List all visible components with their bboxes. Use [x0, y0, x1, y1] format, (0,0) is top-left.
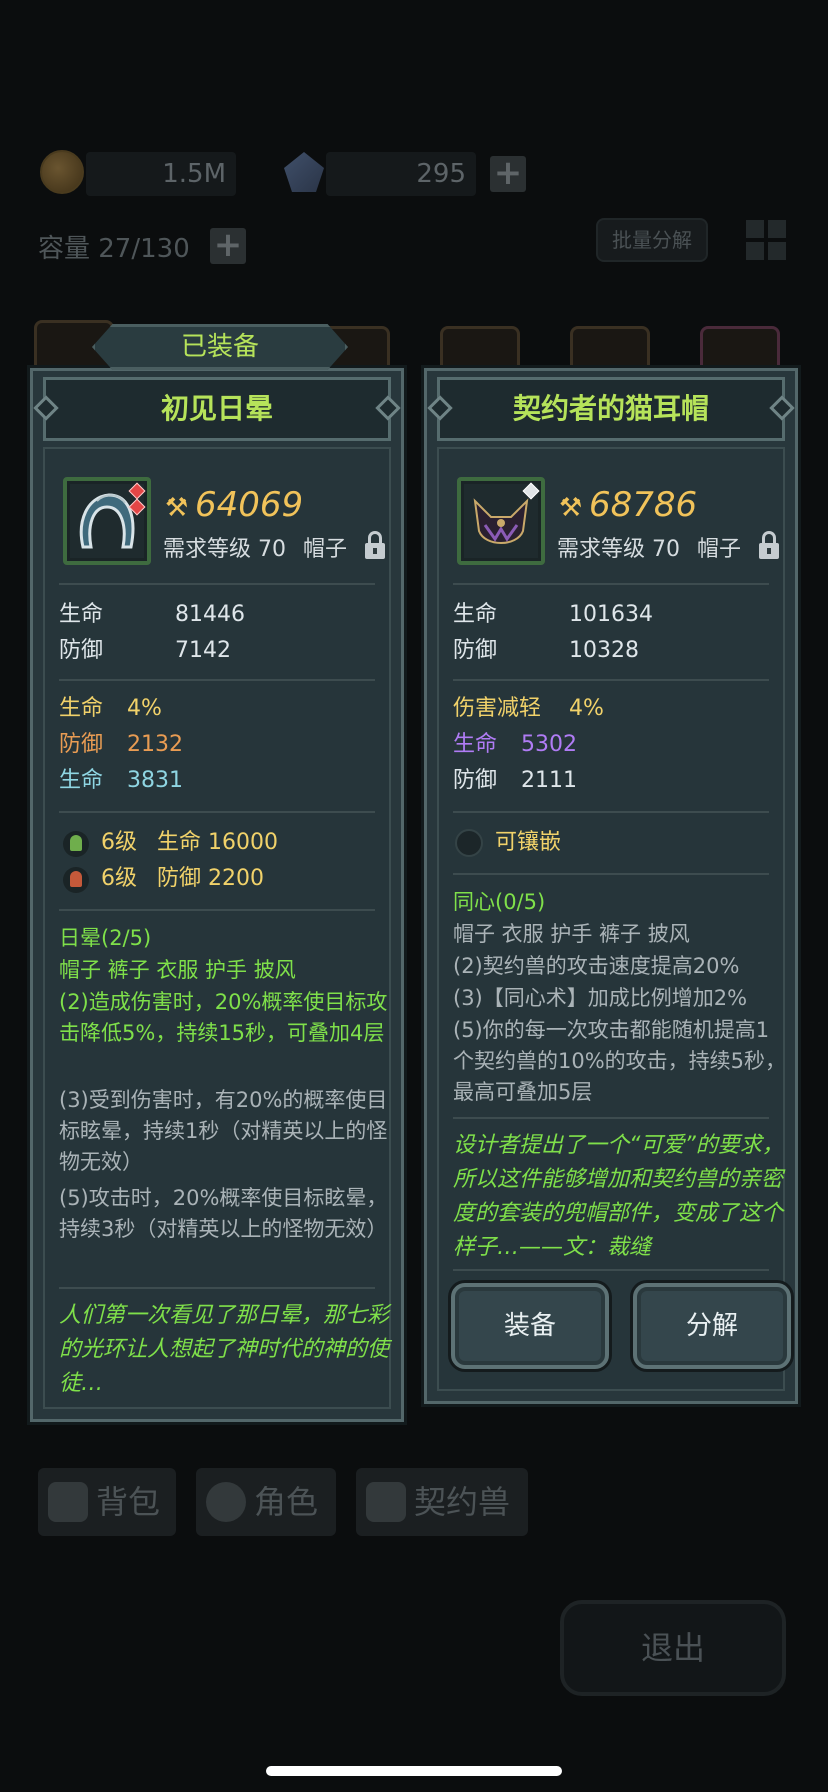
set-name: 同心(0/5): [453, 890, 546, 914]
decompose-button[interactable]: 分解: [633, 1283, 791, 1369]
equipped-item-panel: 初见日晕 ⚒ 64069 需求等级 70 帽子 生命 81446 防御 7142 生…: [30, 368, 404, 1422]
equipped-banner: 已装备: [92, 324, 348, 370]
grid-view-icon[interactable]: [746, 220, 786, 260]
compare-item-panel: 契约者的猫耳帽 ⚒ 68786 需求等级 70 帽子 生命 101634 防御 10…: [424, 368, 798, 1404]
divider: [453, 811, 769, 813]
set-pieces: 帽子 裤子 衣服 护手 披风: [59, 958, 296, 982]
set-name: 日晕(2/5): [59, 926, 152, 950]
item-slot: 帽子: [303, 537, 348, 562]
capacity-label: 容量 27/130: [38, 234, 190, 264]
extra-stat-row: 生命 4%: [59, 696, 162, 721]
lock-icon[interactable]: [759, 531, 779, 559]
divider: [59, 811, 375, 813]
divider: [59, 583, 375, 585]
base-stat-row: 生命 81446: [59, 602, 245, 627]
divider: [453, 679, 769, 681]
extra-stat-row: 防御 2111: [453, 768, 577, 793]
divider: [59, 1287, 375, 1289]
item-details: ⚒ 64069 需求等级 70 帽子 生命 81446 防御 7142 生命 4% 防…: [43, 447, 391, 1409]
divider: [59, 679, 375, 681]
gold-amount: 1.5M: [86, 152, 236, 196]
required-level: 需求等级 70: [163, 537, 286, 562]
item-name: 初见日晕: [43, 377, 391, 441]
empty-socket-icon: [455, 829, 483, 857]
socket-label: 可镶嵌: [495, 830, 562, 855]
equip-button[interactable]: 装备: [451, 1283, 609, 1369]
set-bonus-3: (3)【同心术】加成比例增加2%: [453, 986, 748, 1010]
home-indicator[interactable]: [266, 1766, 562, 1776]
power-icon: ⚒: [559, 493, 583, 523]
gold-coin-icon: [40, 150, 84, 194]
set-bonus-3: (3)受到伤害时，有20%的概率使目标眩晕，持续1秒（对精英以上的怪物无效）: [59, 1088, 388, 1174]
backpack-icon: [48, 1482, 88, 1522]
crystal-icon: [284, 152, 324, 192]
flavor-text: 设计者提出了一个“可爱”的要求，所以这件能够增加和契约兽的亲密度的套装的兜帽部件…: [453, 1133, 784, 1260]
gem-stat-row: 6级 生命 16000: [101, 830, 278, 855]
extra-stat-row: 生命 3831: [59, 768, 183, 793]
add-crystal-button[interactable]: +: [490, 156, 526, 192]
power-icon: ⚒: [165, 493, 189, 523]
crystal-amount: 295: [326, 152, 476, 196]
required-level: 需求等级 70: [557, 537, 680, 562]
hood-item-icon: [63, 477, 151, 565]
base-stat-row: 防御 10328: [453, 638, 639, 663]
extra-stat-row: 防御 2132: [59, 732, 183, 757]
divider: [453, 873, 769, 875]
power-value: 64069: [195, 485, 304, 525]
power-value: 68786: [589, 485, 698, 525]
base-stat-row: 生命 101634: [453, 602, 653, 627]
tab-backpack[interactable]: 背包: [38, 1468, 176, 1536]
cat-ear-hat-icon: [457, 477, 545, 565]
extra-stat-row: 伤害减轻 4%: [453, 696, 604, 721]
flavor-text: 人们第一次看见了那日晕，那七彩的光环让人想起了神时代的神的使徒…: [59, 1303, 390, 1396]
gem-slot-icon: [63, 867, 89, 893]
base-stat-row: 防御 7142: [59, 638, 231, 663]
gem-slot-icon: [63, 831, 89, 857]
extra-stat-row: 生命 5302: [453, 732, 577, 757]
divider: [59, 909, 375, 911]
set-bonus-2: (2)契约兽的攻击速度提高20%: [453, 954, 740, 978]
tab-pet[interactable]: 契约兽: [356, 1468, 528, 1536]
item-slot: 帽子: [697, 537, 742, 562]
divider: [453, 1117, 769, 1119]
divider: [453, 1269, 769, 1271]
batch-decompose-button[interactable]: 批量分解: [596, 218, 708, 262]
item-details: ⚒ 68786 需求等级 70 帽子 生命 101634 防御 10328 伤害减轻…: [437, 447, 791, 1391]
set-bonus-5: (5)攻击时，20%概率使目标眩晕，持续3秒（对精英以上的怪物无效）: [59, 1186, 388, 1241]
set-bonus-2: (2)造成伤害时，20%概率使目标攻击降低5%，持续15秒，可叠加4层: [59, 990, 388, 1045]
exit-button[interactable]: 退出: [560, 1600, 786, 1696]
tab-character[interactable]: 角色: [196, 1468, 336, 1536]
divider: [453, 583, 769, 585]
lock-icon[interactable]: [365, 531, 385, 559]
set-pieces: 帽子 衣服 护手 裤子 披风: [453, 922, 690, 946]
set-bonus-5: (5)你的每一次攻击都能随机提高1个契约兽的10%的攻击，持续5秒，最高可叠加5…: [453, 1018, 787, 1104]
character-icon: [206, 1482, 246, 1522]
add-capacity-button[interactable]: +: [210, 228, 246, 264]
item-name: 契约者的猫耳帽: [437, 377, 785, 441]
gem-stat-row: 6级 防御 2200: [101, 866, 264, 891]
paw-icon: [366, 1482, 406, 1522]
